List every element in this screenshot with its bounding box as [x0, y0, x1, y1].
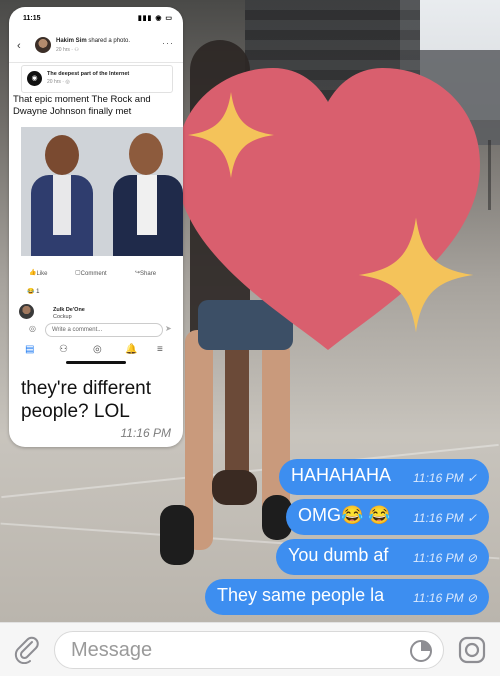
- comment-text: Cockup: [53, 314, 72, 320]
- sneaker: [160, 505, 194, 565]
- like-button: 👍 Like: [29, 270, 48, 277]
- post-action: shared a photo.: [88, 38, 131, 44]
- share-button: ↪ Share: [135, 270, 157, 277]
- incoming-message-text: they're different people? LOL: [21, 378, 152, 422]
- message-time-text: 11:16 PM: [413, 551, 464, 565]
- avatar: [19, 304, 34, 319]
- boat-shoe: [212, 470, 257, 505]
- sent-check-icon: ✓: [466, 511, 477, 525]
- like-label: Like: [36, 271, 48, 277]
- post-author: Hakim Sim: [56, 38, 87, 44]
- message-time: 11:16 PM ✓: [413, 511, 477, 525]
- menu-icon: ≡: [157, 344, 163, 355]
- comment: Zulk De'One Cockup: [19, 304, 179, 322]
- divider: [9, 62, 183, 63]
- post-actions: 👍 Like ▢ Comment ↪ Share: [9, 267, 183, 281]
- attach-icon[interactable]: [12, 634, 42, 665]
- share-label: Share: [140, 271, 157, 277]
- status-time: 11:15: [23, 15, 41, 22]
- message-time-text: 11:16 PM: [413, 511, 464, 525]
- page-name: The deepest part of the Internet: [47, 71, 130, 77]
- outgoing-message[interactable]: OMG😂 😂 11:16 PM ✓: [286, 499, 489, 535]
- outgoing-message[interactable]: HAHAHAHA 11:16 PM ✓: [279, 459, 489, 495]
- sparkle-icon: [358, 217, 474, 333]
- post-meta: 20 hrs · ⚇: [56, 47, 79, 53]
- message-field[interactable]: [54, 631, 444, 669]
- pending-icon: ⊘: [466, 591, 477, 605]
- news-feed-icon: ▤: [25, 344, 35, 355]
- status-bar: 11:15 ▮▮▮ ◉ ▭: [9, 7, 183, 29]
- comment-label: Comment: [80, 271, 107, 277]
- fb-tab-bar: ▤ ⚇ ◎ 🔔 ≡: [9, 340, 183, 360]
- write-comment-field: Write a comment...: [45, 323, 163, 337]
- pending-icon: ⊘: [466, 551, 477, 565]
- message-text: You dumb af: [288, 545, 389, 565]
- outgoing-message[interactable]: They same people la 11:16 PM ⊘: [205, 579, 489, 615]
- message-text: HAHAHAHA: [291, 465, 392, 485]
- incoming-message-time: 11:16 PM: [120, 426, 171, 440]
- sparkle-icon: [188, 92, 274, 178]
- sent-check-icon: ✓: [466, 471, 477, 485]
- comment-button: ▢ Comment: [75, 270, 107, 277]
- message-time-text: 11:16 PM: [413, 591, 464, 605]
- heart-sticker: [168, 60, 488, 360]
- photo-person-right: [113, 133, 183, 256]
- back-icon: ‹: [17, 40, 21, 52]
- post-header: ‹ Hakim Sim shared a photo. 20 hrs · ⚇ ·…: [9, 35, 183, 61]
- message-text: They same people la: [217, 585, 385, 605]
- message-composer: [0, 622, 500, 676]
- page-logo: ◉: [27, 71, 42, 86]
- post-caption: That epic moment The Rock and Dwayne Joh…: [13, 94, 151, 117]
- shared-page: ◉ The deepest part of the Internet 20 hr…: [21, 65, 173, 93]
- bell-icon: 🔔: [125, 344, 138, 355]
- page-meta: 20 hrs · ◎: [47, 79, 70, 85]
- write-comment-bar: ◎ Write a comment... ➤: [25, 322, 183, 338]
- outgoing-message[interactable]: You dumb af 11:16 PM ⊘: [276, 539, 489, 575]
- home-indicator: [66, 361, 126, 364]
- more-icon: ···: [162, 38, 174, 48]
- reaction-count: 😂 1: [27, 289, 40, 295]
- incoming-message-bubble[interactable]: 11:15 ▮▮▮ ◉ ▭ ‹ Hakim Sim shared a photo…: [9, 7, 183, 447]
- camera-icon[interactable]: [457, 635, 487, 665]
- message-text: OMG😂 😂: [298, 505, 391, 525]
- post-author-line: Hakim Sim shared a photo.: [56, 38, 130, 44]
- send-icon: ➤: [165, 324, 172, 333]
- post-photo: [21, 127, 183, 256]
- message-time: 11:16 PM ⊘: [413, 591, 477, 605]
- camera-icon: ◎: [29, 324, 36, 333]
- friends-icon: ⚇: [59, 344, 68, 355]
- status-icons: ▮▮▮ ◉ ▭: [137, 15, 173, 22]
- message-time-text: 11:16 PM: [413, 471, 464, 485]
- message-input[interactable]: [71, 632, 401, 668]
- message-time: 11:16 PM ⊘: [413, 551, 477, 565]
- sticker-icon[interactable]: [409, 639, 433, 663]
- profile-icon: ◎: [93, 344, 102, 355]
- message-time: 11:16 PM ✓: [413, 471, 477, 485]
- commenter-name: Zulk De'One: [53, 307, 85, 313]
- avatar: [35, 37, 51, 53]
- photo-person-left: [31, 135, 93, 256]
